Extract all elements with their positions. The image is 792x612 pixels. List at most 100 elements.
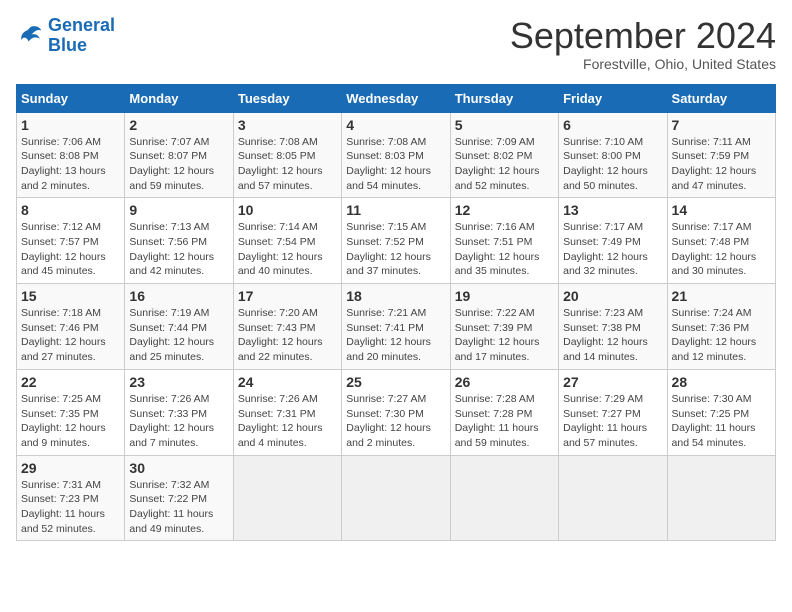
calendar-header-row: SundayMondayTuesdayWednesdayThursdayFrid…	[17, 84, 776, 112]
calendar-cell: 28Sunrise: 7:30 AM Sunset: 7:25 PM Dayli…	[667, 369, 775, 455]
calendar-cell	[342, 455, 450, 541]
day-info: Sunrise: 7:25 AM Sunset: 7:35 PM Dayligh…	[21, 392, 120, 451]
calendar-week-row: 15 Sunrise: 7:18 AM Sunset: 7:46 PM Dayli…	[17, 284, 776, 370]
day-info: Sunrise: 7:28 AM Sunset: 7:28 PM Dayligh…	[455, 392, 554, 451]
day-number: 25	[346, 374, 445, 390]
calendar-cell: 4Sunrise: 7:08 AM Sunset: 8:03 PM Daylig…	[342, 112, 450, 198]
day-number: 17	[238, 288, 337, 304]
day-header-sunday: Sunday	[17, 84, 125, 112]
calendar-cell: 19Sunrise: 7:22 AM Sunset: 7:39 PM Dayli…	[450, 284, 558, 370]
day-info: Sunrise: 7:08 AM Sunset: 8:03 PM Dayligh…	[346, 135, 445, 194]
day-number: 29	[21, 460, 120, 476]
day-number: 20	[563, 288, 662, 304]
calendar-subtitle: Forestville, Ohio, United States	[510, 56, 776, 72]
day-number: 7	[672, 117, 771, 133]
day-info: Sunrise: 7:12 AM Sunset: 7:57 PM Dayligh…	[21, 220, 120, 279]
day-info: Sunrise: 7:09 AM Sunset: 8:02 PM Dayligh…	[455, 135, 554, 194]
page-header: General Blue September 2024 Forestville,…	[16, 16, 776, 72]
calendar-cell: 22 Sunrise: 7:25 AM Sunset: 7:35 PM Dayli…	[17, 369, 125, 455]
logo-bird-icon	[16, 22, 44, 50]
day-info: Sunrise: 7:26 AM Sunset: 7:33 PM Dayligh…	[129, 392, 228, 451]
calendar-cell: 13 Sunrise: 7:17 AM Sunset: 7:49 PM Dayli…	[559, 198, 667, 284]
day-number: 18	[346, 288, 445, 304]
logo-text: General Blue	[48, 16, 115, 56]
logo-line1: General	[48, 15, 115, 35]
calendar-cell: 3 Sunrise: 7:08 AM Sunset: 8:05 PM Daylig…	[233, 112, 341, 198]
day-info: Sunrise: 7:16 AM Sunset: 7:51 PM Dayligh…	[455, 220, 554, 279]
calendar-week-row: 1 Sunrise: 7:06 AM Sunset: 8:08 PM Daylig…	[17, 112, 776, 198]
day-info: Sunrise: 7:22 AM Sunset: 7:39 PM Dayligh…	[455, 306, 554, 365]
calendar-cell: 8 Sunrise: 7:12 AM Sunset: 7:57 PM Daylig…	[17, 198, 125, 284]
calendar-cell	[559, 455, 667, 541]
day-number: 23	[129, 374, 228, 390]
day-number: 21	[672, 288, 771, 304]
calendar-cell: 1 Sunrise: 7:06 AM Sunset: 8:08 PM Daylig…	[17, 112, 125, 198]
day-number: 14	[672, 202, 771, 218]
logo: General Blue	[16, 16, 115, 56]
calendar-cell: 9 Sunrise: 7:13 AM Sunset: 7:56 PM Daylig…	[125, 198, 233, 284]
day-info: Sunrise: 7:18 AM Sunset: 7:46 PM Dayligh…	[21, 306, 120, 365]
calendar-table: SundayMondayTuesdayWednesdayThursdayFrid…	[16, 84, 776, 542]
day-info: Sunrise: 7:13 AM Sunset: 7:56 PM Dayligh…	[129, 220, 228, 279]
day-info: Sunrise: 7:30 AM Sunset: 7:25 PM Dayligh…	[672, 392, 771, 451]
calendar-cell: 25 Sunrise: 7:27 AM Sunset: 7:30 PM Dayli…	[342, 369, 450, 455]
day-number: 16	[129, 288, 228, 304]
day-header-thursday: Thursday	[450, 84, 558, 112]
day-number: 11	[346, 202, 445, 218]
day-number: 8	[21, 202, 120, 218]
day-header-wednesday: Wednesday	[342, 84, 450, 112]
day-number: 5	[455, 117, 554, 133]
calendar-cell: 20Sunrise: 7:23 AM Sunset: 7:38 PM Dayli…	[559, 284, 667, 370]
day-number: 24	[238, 374, 337, 390]
day-number: 1	[21, 117, 120, 133]
calendar-cell: 18 Sunrise: 7:21 AM Sunset: 7:41 PM Dayli…	[342, 284, 450, 370]
logo-line2: Blue	[48, 35, 87, 55]
day-info: Sunrise: 7:17 AM Sunset: 7:49 PM Dayligh…	[563, 220, 662, 279]
day-header-tuesday: Tuesday	[233, 84, 341, 112]
day-info: Sunrise: 7:15 AM Sunset: 7:52 PM Dayligh…	[346, 220, 445, 279]
day-info: Sunrise: 7:14 AM Sunset: 7:54 PM Dayligh…	[238, 220, 337, 279]
calendar-cell: 7 Sunrise: 7:11 AM Sunset: 7:59 PM Daylig…	[667, 112, 775, 198]
day-number: 27	[563, 374, 662, 390]
day-info: Sunrise: 7:31 AM Sunset: 7:23 PM Dayligh…	[21, 478, 120, 537]
day-number: 13	[563, 202, 662, 218]
calendar-cell: 6Sunrise: 7:10 AM Sunset: 8:00 PM Daylig…	[559, 112, 667, 198]
day-number: 10	[238, 202, 337, 218]
calendar-week-row: 29 Sunrise: 7:31 AM Sunset: 7:23 PM Dayli…	[17, 455, 776, 541]
day-info: Sunrise: 7:27 AM Sunset: 7:30 PM Dayligh…	[346, 392, 445, 451]
day-info: Sunrise: 7:17 AM Sunset: 7:48 PM Dayligh…	[672, 220, 771, 279]
calendar-title: September 2024	[510, 16, 776, 56]
calendar-cell: 5 Sunrise: 7:09 AM Sunset: 8:02 PM Daylig…	[450, 112, 558, 198]
calendar-cell: 24 Sunrise: 7:26 AM Sunset: 7:31 PM Dayli…	[233, 369, 341, 455]
day-info: Sunrise: 7:06 AM Sunset: 8:08 PM Dayligh…	[21, 135, 120, 194]
day-number: 3	[238, 117, 337, 133]
day-info: Sunrise: 7:32 AM Sunset: 7:22 PM Dayligh…	[129, 478, 228, 537]
calendar-cell	[667, 455, 775, 541]
day-info: Sunrise: 7:11 AM Sunset: 7:59 PM Dayligh…	[672, 135, 771, 194]
day-info: Sunrise: 7:10 AM Sunset: 8:00 PM Dayligh…	[563, 135, 662, 194]
day-number: 12	[455, 202, 554, 218]
calendar-cell: 21 Sunrise: 7:24 AM Sunset: 7:36 PM Dayli…	[667, 284, 775, 370]
title-block: September 2024 Forestville, Ohio, United…	[510, 16, 776, 72]
day-number: 15	[21, 288, 120, 304]
calendar-cell: 16 Sunrise: 7:19 AM Sunset: 7:44 PM Dayli…	[125, 284, 233, 370]
day-info: Sunrise: 7:26 AM Sunset: 7:31 PM Dayligh…	[238, 392, 337, 451]
day-info: Sunrise: 7:24 AM Sunset: 7:36 PM Dayligh…	[672, 306, 771, 365]
day-info: Sunrise: 7:19 AM Sunset: 7:44 PM Dayligh…	[129, 306, 228, 365]
day-header-monday: Monday	[125, 84, 233, 112]
day-info: Sunrise: 7:08 AM Sunset: 8:05 PM Dayligh…	[238, 135, 337, 194]
calendar-cell: 27Sunrise: 7:29 AM Sunset: 7:27 PM Dayli…	[559, 369, 667, 455]
day-info: Sunrise: 7:21 AM Sunset: 7:41 PM Dayligh…	[346, 306, 445, 365]
calendar-cell: 11 Sunrise: 7:15 AM Sunset: 7:52 PM Dayli…	[342, 198, 450, 284]
calendar-cell: 2Sunrise: 7:07 AM Sunset: 8:07 PM Daylig…	[125, 112, 233, 198]
day-number: 9	[129, 202, 228, 218]
calendar-cell: 29 Sunrise: 7:31 AM Sunset: 7:23 PM Dayli…	[17, 455, 125, 541]
day-header-saturday: Saturday	[667, 84, 775, 112]
calendar-cell	[450, 455, 558, 541]
calendar-cell: 23 Sunrise: 7:26 AM Sunset: 7:33 PM Dayli…	[125, 369, 233, 455]
calendar-cell: 10 Sunrise: 7:14 AM Sunset: 7:54 PM Dayli…	[233, 198, 341, 284]
day-info: Sunrise: 7:20 AM Sunset: 7:43 PM Dayligh…	[238, 306, 337, 365]
calendar-cell: 26Sunrise: 7:28 AM Sunset: 7:28 PM Dayli…	[450, 369, 558, 455]
day-number: 22	[21, 374, 120, 390]
day-number: 2	[129, 117, 228, 133]
